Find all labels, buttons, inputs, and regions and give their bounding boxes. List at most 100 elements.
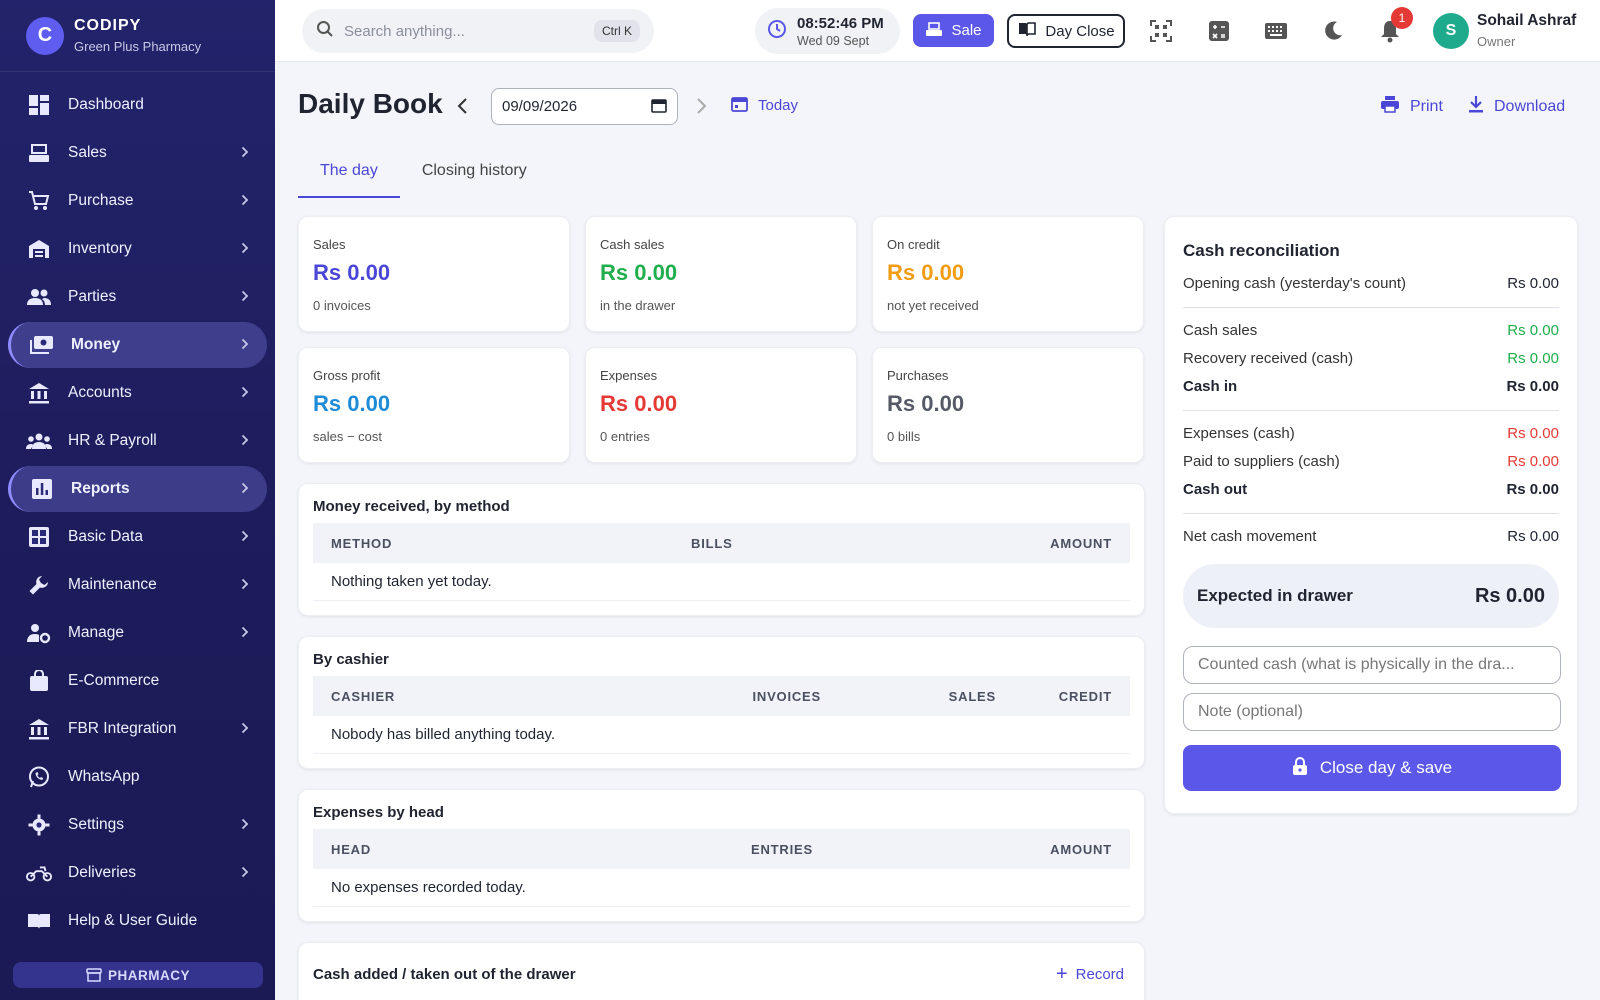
brand-name: CODIPY bbox=[74, 17, 142, 34]
clock-icon bbox=[767, 19, 787, 44]
calculator-icon[interactable] bbox=[1205, 17, 1233, 45]
date-picker[interactable]: 09/09/2026 bbox=[491, 88, 678, 125]
sidebar-item-help-user-guide[interactable]: Help & User Guide bbox=[8, 898, 267, 944]
notification-badge: 1 bbox=[1391, 7, 1413, 29]
sidebar-item-dashboard[interactable]: Dashboard bbox=[8, 82, 267, 128]
record-button[interactable]: + Record bbox=[1056, 963, 1124, 986]
recon-value: Rs 0.00 bbox=[1507, 452, 1559, 470]
qr-scan-icon[interactable] bbox=[1147, 17, 1175, 45]
stat-value: Rs 0.00 bbox=[887, 391, 965, 416]
avatar[interactable]: S bbox=[1433, 13, 1469, 49]
column-header[interactable]: METHOD bbox=[331, 536, 691, 551]
stat-value: Rs 0.00 bbox=[600, 391, 678, 416]
sidebar-item-sales[interactable]: Sales bbox=[8, 130, 267, 176]
column-header[interactable]: ENTRIES bbox=[751, 842, 951, 857]
download-button[interactable]: Download bbox=[1468, 95, 1565, 118]
search-icon bbox=[316, 20, 334, 43]
column-header[interactable]: CASHIER bbox=[331, 689, 651, 704]
previous-day-button[interactable] bbox=[448, 92, 476, 120]
wrench-icon bbox=[26, 572, 52, 598]
user-name[interactable]: Sohail Ashraf bbox=[1477, 12, 1576, 30]
money-by-method-card: Money received, by method METHOD BILLS A… bbox=[298, 483, 1145, 616]
sale-button[interactable]: Sale bbox=[913, 14, 994, 47]
shopping-bag-icon bbox=[26, 668, 52, 694]
sidebar-item-inventory[interactable]: Inventory bbox=[8, 226, 267, 272]
people-icon bbox=[26, 284, 52, 310]
recon-value: Rs 0.00 bbox=[1506, 480, 1559, 498]
note-input[interactable] bbox=[1183, 693, 1561, 731]
stat-label: Purchases bbox=[887, 368, 949, 383]
sidebar-item-manage[interactable]: Manage bbox=[8, 610, 267, 656]
page-title: Daily Book bbox=[298, 88, 443, 119]
today-button[interactable]: Today bbox=[731, 95, 798, 116]
brand[interactable]: C CODIPY Green Plus Pharmacy bbox=[0, 0, 275, 72]
search-shortcut: Ctrl K bbox=[594, 20, 640, 42]
stat-label: Cash sales bbox=[600, 237, 665, 252]
sidebar-item-deliveries[interactable]: Deliveries bbox=[8, 850, 267, 896]
recon-label: Cash out bbox=[1183, 480, 1248, 498]
close-day-button[interactable]: Close day & save bbox=[1183, 745, 1561, 791]
tab-bar: The day Closing history bbox=[298, 150, 549, 198]
stat-sub: sales − cost bbox=[313, 429, 383, 444]
sidebar-item-accounts[interactable]: Accounts bbox=[8, 370, 267, 416]
counted-cash-input[interactable] bbox=[1183, 646, 1561, 684]
chevron-right-icon bbox=[241, 529, 249, 545]
sidebar-item-parties[interactable]: Parties bbox=[8, 274, 267, 320]
table-header: CASHIER INVOICES SALES CREDIT bbox=[313, 676, 1130, 716]
sidebar-item-money[interactable]: Money bbox=[8, 322, 267, 368]
recon-row-cash-in: Cash in Rs 0.00 bbox=[1183, 372, 1559, 400]
sidebar-item-whatsapp[interactable]: WhatsApp bbox=[8, 754, 267, 800]
recon-row-recovery: Recovery received (cash) Rs 0.00 bbox=[1183, 344, 1559, 372]
stat-value: Rs 0.00 bbox=[887, 260, 965, 285]
keyboard-icon[interactable] bbox=[1262, 17, 1290, 45]
search-bar[interactable]: Ctrl K bbox=[302, 9, 654, 53]
store-icon bbox=[86, 968, 102, 982]
sidebar-item-basic-data[interactable]: Basic Data bbox=[8, 514, 267, 560]
chevron-right-icon bbox=[241, 481, 249, 497]
user-role: Owner bbox=[1477, 34, 1516, 49]
register-icon bbox=[26, 140, 52, 166]
sidebar-item-label: Basic Data bbox=[68, 528, 143, 545]
print-button[interactable]: Print bbox=[1380, 95, 1443, 118]
recon-row-expenses: Expenses (cash) Rs 0.00 bbox=[1183, 419, 1559, 447]
record-label: Record bbox=[1075, 966, 1124, 983]
day-close-button[interactable]: Day Close bbox=[1007, 14, 1125, 48]
chevron-right-icon bbox=[241, 721, 249, 737]
column-header[interactable]: BILLS bbox=[691, 536, 951, 551]
recon-label: Recovery received (cash) bbox=[1183, 349, 1354, 367]
date-value: 09/09/2026 bbox=[502, 98, 578, 115]
column-header[interactable]: HEAD bbox=[331, 842, 751, 857]
sidebar-item-settings[interactable]: Settings bbox=[8, 802, 267, 848]
sidebar-item-purchase[interactable]: Purchase bbox=[8, 178, 267, 224]
column-header[interactable]: INVOICES bbox=[651, 689, 821, 704]
stat-value: Rs 0.00 bbox=[313, 391, 391, 416]
sidebar-item-reports[interactable]: Reports bbox=[8, 466, 267, 512]
sidebar-item-e-commerce[interactable]: E-Commerce bbox=[8, 658, 267, 704]
topbar: Ctrl K 08:52:46 PM Wed 09 Sept Sale Day … bbox=[275, 0, 1600, 62]
column-header[interactable]: SALES bbox=[821, 689, 996, 704]
stat-label: Gross profit bbox=[313, 368, 381, 383]
sidebar-item-maintenance[interactable]: Maintenance bbox=[8, 562, 267, 608]
chevron-left-icon bbox=[457, 98, 467, 114]
tab-closing-history[interactable]: Closing history bbox=[400, 150, 549, 198]
chevron-right-icon bbox=[241, 337, 249, 353]
recon-value: Rs 0.00 bbox=[1507, 349, 1559, 367]
sale-label: Sale bbox=[951, 22, 982, 39]
sidebar-item-hr-payroll[interactable]: HR & Payroll bbox=[8, 418, 267, 464]
column-header[interactable]: AMOUNT bbox=[951, 842, 1112, 857]
book-open-icon bbox=[1017, 21, 1037, 41]
tab-the-day[interactable]: The day bbox=[298, 150, 400, 198]
calendar-today-icon bbox=[731, 95, 748, 116]
section-title: Cash reconciliation bbox=[1183, 241, 1340, 260]
stat-value: Rs 0.00 bbox=[313, 260, 391, 285]
sidebar-item-fbr-integration[interactable]: FBR Integration bbox=[8, 706, 267, 752]
stat-card-sales: Sales Rs 0.00 0 invoices bbox=[298, 216, 570, 332]
dark-mode-icon[interactable] bbox=[1319, 17, 1347, 45]
next-day-button[interactable] bbox=[688, 92, 716, 120]
column-header[interactable]: CREDIT bbox=[996, 689, 1112, 704]
recon-label: Cash sales bbox=[1183, 321, 1258, 339]
table-header: HEAD ENTRIES AMOUNT bbox=[313, 829, 1130, 869]
search-input[interactable] bbox=[344, 22, 594, 40]
column-header[interactable]: AMOUNT bbox=[951, 536, 1112, 551]
expected-in-drawer: Expected in drawer Rs 0.00 bbox=[1183, 564, 1559, 628]
